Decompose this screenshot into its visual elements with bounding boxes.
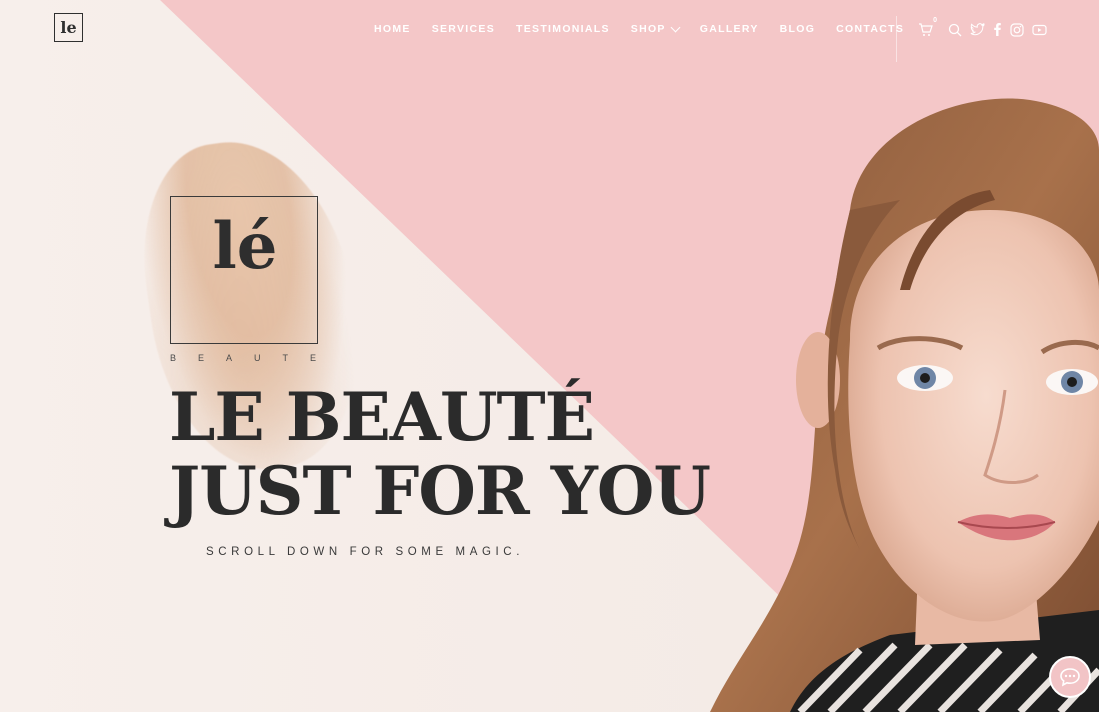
search-icon[interactable] bbox=[946, 21, 963, 38]
youtube-icon[interactable] bbox=[1031, 21, 1048, 38]
facebook-icon[interactable] bbox=[992, 21, 1002, 38]
hero-tagline: SCROLL DOWN FOR SOME MAGIC. bbox=[206, 546, 525, 558]
main-nav: HOME SERVICES TESTIMONIALS SHOP GALLERY … bbox=[374, 22, 925, 35]
nav-services-label: SERVICES bbox=[431, 23, 496, 35]
header-icons: 0 bbox=[917, 17, 1054, 38]
cart-icon[interactable]: 0 bbox=[917, 17, 937, 38]
site-logo-text: le bbox=[60, 18, 77, 37]
nav-home[interactable]: HOME bbox=[374, 23, 411, 35]
headline-line-2: JUST FOR YOU bbox=[169, 452, 711, 530]
nav-contacts-label: CONTACTS bbox=[836, 23, 905, 35]
instagram-icon[interactable] bbox=[1008, 21, 1025, 38]
nav-home-label: HOME bbox=[374, 23, 411, 35]
nav-contacts[interactable]: CONTACTS bbox=[836, 23, 904, 35]
nav-blog[interactable]: BLOG bbox=[780, 23, 816, 35]
model-portrait-image bbox=[710, 98, 1099, 712]
nav-shop[interactable]: SHOP bbox=[630, 22, 681, 35]
nav-gallery-label: GALLERY bbox=[699, 23, 759, 35]
nav-services[interactable]: SERVICES bbox=[432, 23, 495, 35]
site-header: le HOME SERVICES TESTIMONIALS SHOP GALLE… bbox=[0, 0, 1099, 62]
chat-button[interactable] bbox=[1049, 656, 1091, 698]
nav-blog-label: BLOG bbox=[779, 23, 816, 35]
header-divider bbox=[896, 16, 897, 62]
nav-gallery[interactable]: GALLERY bbox=[700, 23, 759, 35]
nav-testimonials-label: TESTIMONIALS bbox=[516, 23, 610, 35]
headline-line-1: LE BEAUTÉ bbox=[169, 378, 595, 456]
chevron-down-icon bbox=[670, 22, 681, 32]
twitter-icon[interactable] bbox=[969, 21, 986, 38]
chat-icon bbox=[1060, 668, 1080, 687]
cart-count-badge: 0 bbox=[933, 17, 937, 24]
hero-headline: LE BEAUTÉ JUST FOR YOU bbox=[169, 380, 729, 528]
site-logo[interactable]: le bbox=[54, 13, 83, 42]
brand-subtitle: BEAUTE bbox=[170, 353, 339, 363]
nav-testimonials[interactable]: TESTIMONIALS bbox=[516, 23, 610, 35]
nav-shop-label: SHOP bbox=[630, 23, 666, 35]
brand-mark: lé bbox=[212, 209, 278, 284]
